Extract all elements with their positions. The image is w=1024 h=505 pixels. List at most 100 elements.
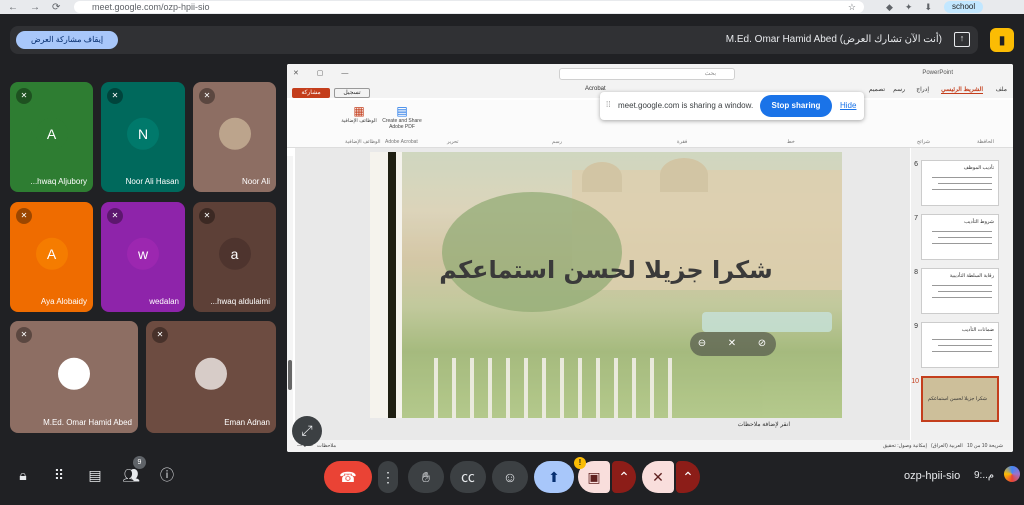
acrobat-label: Create and Share Adobe PDF bbox=[382, 118, 422, 130]
text-line bbox=[932, 243, 992, 244]
downloads-icon[interactable]: ⬇ bbox=[924, 2, 932, 13]
participant-tile[interactable]: ✕ w wedalan bbox=[101, 202, 185, 312]
avatar: w bbox=[127, 237, 159, 270]
accessibility-text[interactable]: إمكانية وصول: تحقيق bbox=[883, 443, 927, 449]
participant-tile[interactable]: ✕ A ...hwaq Aljubory bbox=[10, 82, 93, 192]
addins-icon: ▦ bbox=[353, 104, 365, 118]
mic-off-icon: ✕ bbox=[16, 88, 32, 104]
hide-link[interactable]: Hide bbox=[840, 101, 856, 110]
group-label-addins: الوظائف الإضافية bbox=[345, 139, 381, 145]
window-controls[interactable]: ✕ ▢ — bbox=[293, 69, 356, 77]
participant-tile[interactable]: ✕ Eman Adnan bbox=[146, 321, 276, 433]
hand-icon: ✋︎ bbox=[422, 469, 430, 485]
camera-off-icon: ▣ bbox=[587, 469, 601, 485]
people-icon[interactable]: 👥︎ 9 bbox=[122, 456, 146, 484]
thumbnail[interactable]: 9 ضمانات التأديب bbox=[914, 322, 999, 368]
participant-name: Noor Ali Hasan bbox=[125, 177, 179, 186]
reload-icon[interactable]: ⟳ bbox=[52, 2, 60, 13]
back-icon[interactable]: ← bbox=[8, 2, 18, 13]
thumbnail-number: 7 bbox=[914, 215, 918, 222]
slide-count-text: شريحة 10 من 10 bbox=[966, 443, 1003, 449]
slide-thumbnails: 6 تأديب الموظف 7 شروط التأديب 8 رقابة ال… bbox=[911, 148, 1013, 440]
sharing-notification: ⁞⁞ meet.google.com is sharing a window. … bbox=[600, 92, 864, 120]
forward-icon[interactable]: → bbox=[30, 2, 40, 13]
group-label-editing: تحرير bbox=[447, 139, 459, 145]
drag-handle-icon[interactable]: ⁞⁞ bbox=[606, 100, 610, 109]
stop-presenting-button[interactable]: إيقاف مشاركة العرض bbox=[16, 31, 118, 49]
text-line bbox=[932, 177, 992, 178]
expand-icon[interactable]: ⤢ bbox=[292, 416, 322, 446]
slide-background-photo bbox=[402, 152, 842, 418]
people-count-badge: 9 bbox=[133, 456, 146, 469]
scroll-thumb[interactable] bbox=[288, 360, 292, 390]
participant-name: ...hwaq aldulaimi bbox=[210, 297, 270, 306]
floating-controls: ⊖ ✕ ⊘ bbox=[690, 332, 776, 356]
gemini-icon[interactable] bbox=[1004, 466, 1020, 482]
side-panel-toggle-icon[interactable]: ▮ bbox=[990, 28, 1014, 52]
present-screen-icon: ↑ bbox=[954, 32, 970, 47]
mic-button[interactable]: ✕ bbox=[642, 461, 674, 493]
participant-name: Noor Ali bbox=[241, 177, 270, 186]
end-call-button[interactable]: ☎ bbox=[324, 461, 372, 493]
participant-name: Aya Alobaidy bbox=[40, 297, 87, 306]
record-button[interactable]: تسجيل bbox=[334, 88, 370, 98]
stop-sharing-button[interactable]: Stop sharing bbox=[760, 95, 832, 117]
participant-tile[interactable]: ✕ A Aya Alobaidy bbox=[10, 202, 93, 312]
more-options-button[interactable]: ⋮ bbox=[378, 461, 398, 493]
tab-file[interactable]: ملف bbox=[996, 86, 1007, 93]
tab-insert[interactable]: إدراج bbox=[916, 86, 929, 93]
acrobat-group[interactable]: ▤ Create and Share Adobe PDF bbox=[379, 104, 425, 130]
text-line bbox=[932, 285, 992, 286]
participant-tile[interactable]: ✕ M.Ed. Omar Hamid Abed bbox=[10, 321, 138, 433]
profile-chip[interactable]: school bbox=[944, 1, 984, 13]
group-label-drawing: رسم bbox=[552, 139, 562, 145]
thumbnail[interactable]: 7 شروط التأديب bbox=[914, 214, 999, 260]
addins-group[interactable]: ▦ الوظائف الإضافية bbox=[341, 104, 377, 124]
address-bar[interactable]: meet.google.com/ozp-hpii-sio ☆ bbox=[74, 1, 864, 13]
url-text: meet.google.com/ozp-hpii-sio bbox=[92, 2, 210, 12]
notes-placeholder[interactable]: انقر لإضافة ملاحظات bbox=[738, 421, 790, 428]
tab-draw[interactable]: رسم bbox=[893, 86, 905, 93]
apps-grid-icon[interactable]: ⠿ bbox=[50, 466, 68, 484]
slide-title[interactable]: شكرا جزيلا لحسن استماعكم bbox=[370, 256, 842, 284]
tree-shape bbox=[442, 192, 622, 312]
text-line bbox=[932, 231, 992, 232]
extensions: ◆ ✦ ⬇ school bbox=[886, 1, 984, 13]
share-button[interactable]: مشاركة bbox=[292, 88, 330, 98]
thumbnail-number: 8 bbox=[914, 269, 918, 276]
language-text[interactable]: العربية (العراق) bbox=[931, 443, 963, 449]
thumbnail[interactable]: 8 رقابة السلطة التأديبية bbox=[914, 268, 999, 314]
group-label-acrobat: Adobe Acrobat bbox=[385, 139, 418, 145]
mic-off-icon[interactable]: ✕ bbox=[724, 336, 740, 352]
current-slide[interactable]: شكرا جزيلا لحسن استماعكم ⊖ ✕ ⊘ bbox=[370, 152, 842, 418]
avatar: N bbox=[127, 117, 159, 150]
minus-icon[interactable]: ⊖ bbox=[694, 336, 710, 352]
info-icon[interactable]: ⓘ bbox=[158, 466, 176, 484]
dome-shape bbox=[660, 158, 708, 192]
warning-icon: ! bbox=[574, 457, 586, 469]
present-now-button[interactable]: ⬆ bbox=[534, 461, 574, 493]
host-controls-icon[interactable]: 🔒︎ bbox=[14, 466, 32, 484]
puzzle-icon[interactable]: ✦ bbox=[905, 2, 913, 13]
captions-button[interactable]: ㏄ bbox=[450, 461, 486, 493]
vertical-scrollbar[interactable] bbox=[287, 156, 293, 446]
mic-options-button[interactable]: ⌃ bbox=[676, 461, 700, 493]
participant-tile[interactable]: ✕ Noor Ali bbox=[193, 82, 276, 192]
participant-tile[interactable]: ✕ N Noor Ali Hasan bbox=[101, 82, 185, 192]
raise-hand-button[interactable]: ✋︎ bbox=[408, 461, 444, 493]
chat-icon[interactable]: ▤ bbox=[86, 466, 104, 484]
participant-name: ...hwaq Aljubory bbox=[30, 177, 87, 186]
search-box[interactable]: بحث bbox=[559, 68, 735, 80]
tab-design[interactable]: تصميم bbox=[869, 86, 885, 93]
thumbnail[interactable]: 6 تأديب الموظف bbox=[914, 160, 999, 206]
thumbnail-selected[interactable]: 10 شكرا جزيلا لحسن استماعكم bbox=[911, 376, 999, 422]
avatar: a bbox=[218, 237, 251, 270]
tab-home[interactable]: الشريط الرئيسي bbox=[941, 86, 983, 94]
camera-options-button[interactable]: ⌃ bbox=[612, 461, 636, 493]
bookmark-star-icon[interactable]: ☆ bbox=[848, 1, 856, 13]
extension-icon[interactable]: ◆ bbox=[886, 2, 893, 13]
pin-off-icon[interactable]: ⊘ bbox=[754, 336, 770, 352]
participant-tile[interactable]: ✕ a ...hwaq aldulaimi bbox=[193, 202, 276, 312]
notes-toggle[interactable]: ملاحظات bbox=[317, 443, 336, 449]
reactions-button[interactable]: ☺ bbox=[492, 461, 528, 493]
